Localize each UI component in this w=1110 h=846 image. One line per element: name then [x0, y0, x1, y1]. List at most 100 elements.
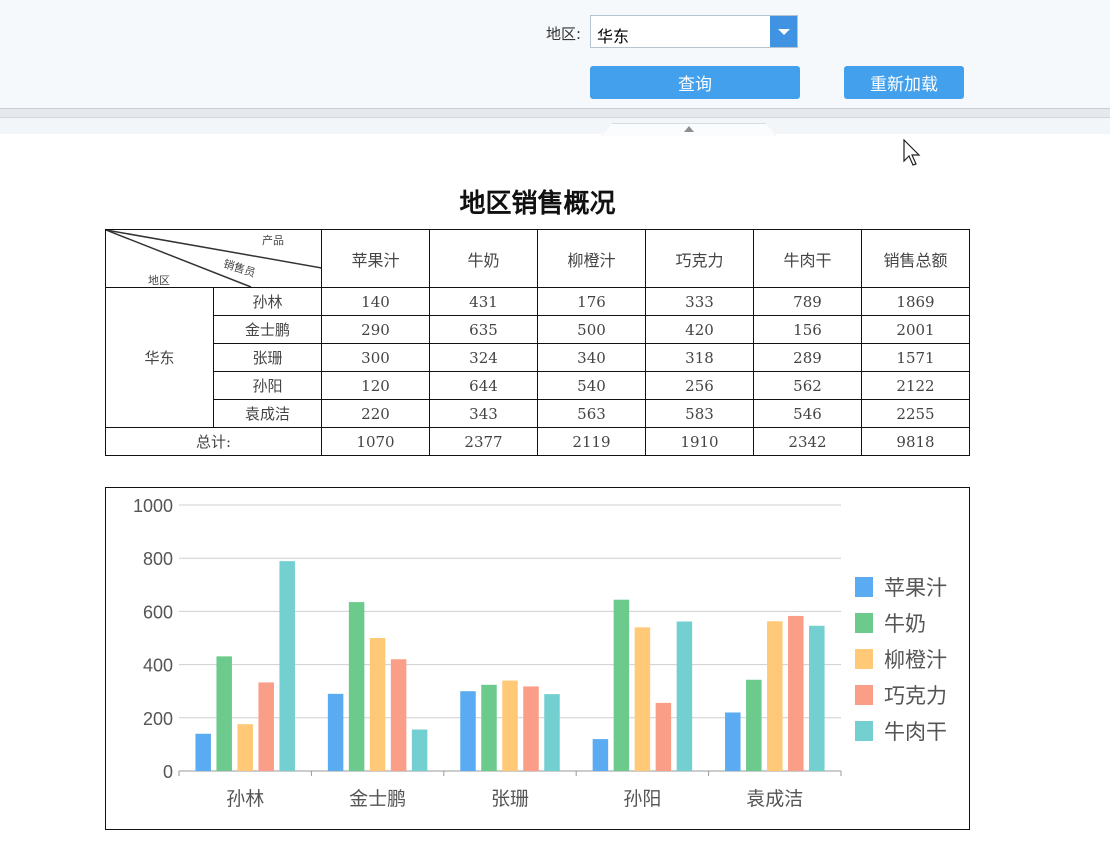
legend-label: 巧克力	[884, 684, 947, 708]
table-row: 孙阳 120 644 540 256 562 2122	[106, 371, 970, 400]
bar	[788, 615, 804, 771]
value-cell: 156	[753, 315, 862, 344]
bar	[348, 602, 365, 771]
panel-divider	[0, 109, 1110, 118]
row-total-cell: 2122	[861, 371, 970, 400]
collapse-panel-toggle[interactable]	[602, 123, 776, 136]
reload-button[interactable]: 重新加载	[844, 66, 964, 99]
bar	[592, 739, 609, 771]
value-cell: 176	[537, 287, 646, 316]
table-row: 袁成洁 220 343 563 583 546 2255	[106, 399, 970, 428]
bar	[369, 638, 386, 771]
total-label: 总计:	[105, 427, 322, 456]
diagonal-header-cell: 产品 销售员 地区	[105, 229, 322, 288]
bar	[655, 702, 672, 771]
bar	[460, 691, 476, 771]
value-cell: 635	[429, 315, 538, 344]
value-cell: 343	[429, 399, 538, 428]
value-cell: 431	[429, 287, 538, 316]
grand-total-cell: 9818	[861, 427, 970, 456]
column-header: 巧克力	[645, 229, 754, 288]
region-label: 地区:	[546, 25, 582, 43]
chevron-up-icon	[684, 126, 694, 132]
report-title: 地区销售概况	[459, 189, 616, 219]
legend-swatch	[855, 721, 873, 741]
value-cell: 500	[537, 315, 646, 344]
legend-swatch	[855, 613, 873, 633]
bar	[746, 679, 762, 771]
salesperson-cell: 袁成洁	[213, 399, 322, 428]
region-select-value: 华东	[597, 27, 630, 46]
salesperson-cell: 孙林	[213, 287, 322, 316]
value-cell: 256	[645, 371, 754, 400]
bar	[809, 625, 825, 771]
value-cell: 324	[429, 343, 538, 372]
legend-swatch	[855, 649, 873, 669]
bar	[634, 627, 651, 771]
row-total-cell: 2255	[861, 399, 970, 428]
value-cell: 318	[645, 343, 754, 372]
legend-swatch	[855, 577, 873, 597]
dropdown-button[interactable]	[770, 16, 797, 47]
chevron-down-icon	[778, 29, 790, 35]
column-header: 销售总额	[861, 229, 970, 288]
y-tick-label: 600	[143, 602, 173, 622]
legend-label: 牛肉干	[884, 720, 947, 744]
total-row: 总计: 1070 2377 2119 1910 2342 9818	[105, 427, 970, 456]
x-tick-label: 孙林	[226, 788, 264, 810]
value-cell: 420	[645, 315, 754, 344]
row-total-cell: 1869	[861, 287, 970, 316]
salesperson-cell: 张珊	[213, 343, 322, 372]
value-cell: 290	[321, 315, 430, 344]
y-tick-label: 1000	[133, 496, 173, 516]
column-header: 柳橙汁	[537, 229, 646, 288]
legend-label: 牛奶	[884, 612, 926, 636]
table-row: 金士鹏 290 635 500 420 156 2001	[106, 315, 970, 344]
value-cell: 333	[645, 287, 754, 316]
legend-swatch	[855, 685, 873, 705]
salesperson-cell: 孙阳	[213, 371, 322, 400]
value-cell: 540	[537, 371, 646, 400]
x-tick-label: 张珊	[491, 788, 529, 810]
bar	[544, 694, 560, 771]
region-select[interactable]: 华东	[590, 15, 798, 48]
bar	[767, 621, 783, 771]
bar	[725, 712, 741, 771]
diagonal-lines	[106, 230, 321, 287]
y-tick-label: 800	[143, 549, 173, 569]
row-total-cell: 1571	[861, 343, 970, 372]
bar	[523, 686, 539, 771]
table-row: 张珊 300 324 340 318 289 1571	[106, 343, 970, 372]
total-cell: 2119	[537, 427, 646, 456]
value-cell: 546	[753, 399, 862, 428]
value-cell: 562	[753, 371, 862, 400]
y-tick-label: 400	[143, 656, 173, 676]
value-cell: 120	[321, 371, 430, 400]
diagonal-region-label: 地区	[148, 274, 170, 287]
x-tick-label: 袁成洁	[746, 788, 803, 810]
bar	[216, 656, 232, 771]
legend-label: 苹果汁	[884, 576, 947, 600]
row-total-cell: 2001	[861, 315, 970, 344]
chart-canvas: 0 200 400 600 800 1000 孙林 金士鹏 张珊 孙阳 袁成洁 苹果汁牛奶柳橙汁巧克力…	[133, 496, 947, 810]
total-cell: 2342	[753, 427, 862, 456]
bar	[237, 724, 253, 771]
value-cell: 220	[321, 399, 430, 428]
bar	[258, 682, 274, 771]
column-header: 苹果汁	[321, 229, 430, 288]
table-row: 华东 孙林 140 431 176 333 789 1869	[105, 287, 970, 428]
y-tick-label: 0	[163, 762, 173, 782]
value-cell: 563	[537, 399, 646, 428]
value-cell: 140	[321, 287, 430, 316]
bar	[411, 729, 428, 771]
y-tick-label: 200	[143, 709, 173, 729]
column-header: 牛奶	[429, 229, 538, 288]
bar	[676, 621, 693, 771]
sales-table: 产品 销售员 地区 苹果汁 牛奶 柳橙汁 巧克力 牛肉干 销售总额 华东 孙林 …	[105, 229, 970, 456]
bar	[481, 684, 497, 771]
x-tick-label: 金士鹏	[349, 788, 406, 810]
query-button[interactable]: 查询	[590, 66, 800, 99]
value-cell: 340	[537, 343, 646, 372]
legend-label: 柳橙汁	[884, 648, 947, 672]
bar	[327, 693, 344, 771]
